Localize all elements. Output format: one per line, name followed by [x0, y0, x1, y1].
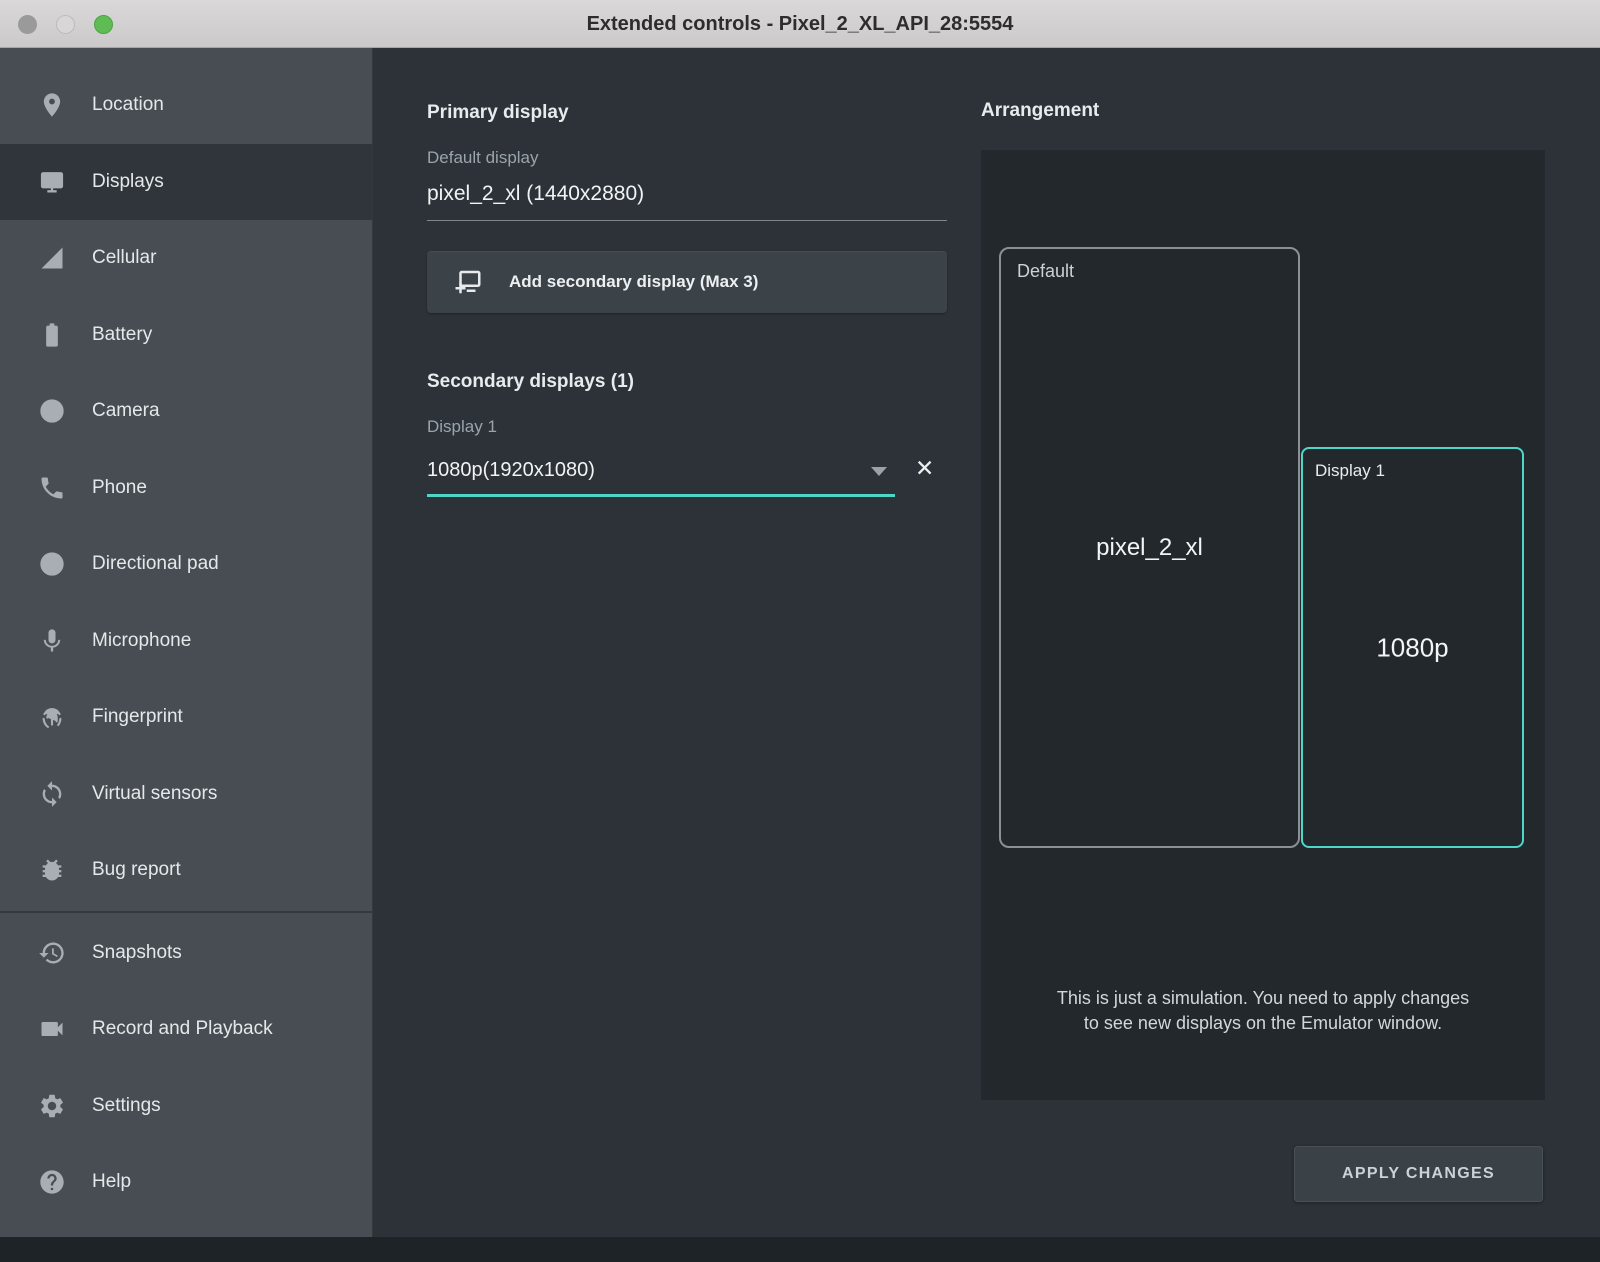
microphone-icon: [38, 627, 66, 655]
primary-display-heading: Primary display: [427, 102, 981, 124]
sidebar-item-label: Record and Playback: [92, 1018, 273, 1040]
add-secondary-display-button[interactable]: Add secondary display (Max 3): [427, 251, 947, 313]
add-display-icon: [453, 267, 483, 297]
sidebar-item-help[interactable]: Help: [0, 1144, 372, 1221]
fingerprint-icon: [38, 703, 66, 731]
sidebar-item-battery[interactable]: Battery: [0, 297, 372, 374]
chevron-down-icon: [871, 467, 887, 476]
sidebar-item-cellular[interactable]: Cellular: [0, 220, 372, 297]
default-display-label: Default display: [427, 148, 981, 168]
sidebar-item-label: Settings: [92, 1095, 161, 1117]
close-window-button[interactable]: [18, 15, 37, 34]
sidebar-item-directional-pad[interactable]: Directional pad: [0, 526, 372, 603]
secondary-displays-heading: Secondary displays (1): [427, 371, 981, 393]
window-bottom-edge: [0, 1237, 1600, 1262]
sidebar-item-label: Displays: [92, 171, 164, 193]
arrangement-panel-container: Arrangement Default pixel_2_xl Display 1…: [981, 48, 1600, 1237]
remove-display1-button[interactable]: ✕: [915, 457, 934, 480]
sidebar-item-label: Cellular: [92, 247, 156, 269]
display-icon: [38, 168, 66, 196]
battery-icon: [38, 321, 66, 349]
sidebar-item-label: Battery: [92, 324, 152, 346]
sidebar-item-label: Snapshots: [92, 942, 182, 964]
sidebar: Location Displays Cellular Battery Camer: [0, 48, 373, 1237]
sidebar-item-label: Fingerprint: [92, 706, 183, 728]
gear-icon: [38, 1092, 66, 1120]
sidebar-item-settings[interactable]: Settings: [0, 1068, 372, 1145]
sidebar-item-virtual-sensors[interactable]: Virtual sensors: [0, 756, 372, 833]
sidebar-item-fingerprint[interactable]: Fingerprint: [0, 679, 372, 756]
sidebar-item-label: Phone: [92, 477, 147, 499]
display1-resolution-value: 1080p(1920x1080): [427, 459, 595, 481]
arrangement-default-display-box[interactable]: Default pixel_2_xl: [999, 247, 1300, 848]
zoom-window-button[interactable]: [94, 15, 113, 34]
sidebar-item-record-playback[interactable]: Record and Playback: [0, 991, 372, 1068]
arrangement-heading: Arrangement: [981, 100, 1099, 122]
sidebar-item-label: Location: [92, 94, 164, 116]
history-icon: [38, 939, 66, 967]
display1-resolution-row: 1080p(1920x1080) ✕: [427, 453, 947, 499]
sidebar-item-bug-report[interactable]: Bug report: [0, 832, 372, 909]
sidebar-item-label: Camera: [92, 400, 160, 422]
minimize-window-button[interactable]: [56, 15, 75, 34]
rotation-icon: [38, 780, 66, 808]
videocam-icon: [38, 1015, 66, 1043]
display1-box-label: Display 1: [1303, 449, 1522, 481]
sidebar-item-phone[interactable]: Phone: [0, 450, 372, 527]
arrangement-display1-box[interactable]: Display 1 1080p: [1301, 447, 1524, 848]
dpad-icon: [38, 550, 66, 578]
sidebar-item-label: Virtual sensors: [92, 783, 217, 805]
default-box-name: pixel_2_xl: [1096, 534, 1203, 562]
add-secondary-display-label: Add secondary display (Max 3): [509, 272, 758, 292]
displays-settings-panel: Primary display Default display pixel_2_…: [373, 48, 981, 1237]
display1-resolution-select[interactable]: 1080p(1920x1080): [427, 453, 895, 497]
arrangement-preview-panel: Default pixel_2_xl Display 1 1080p This …: [981, 150, 1545, 1100]
default-display-value: pixel_2_xl (1440x2880): [427, 182, 981, 206]
simulation-note: This is just a simulation. You need to a…: [1048, 986, 1478, 1036]
sidebar-item-label: Help: [92, 1171, 131, 1193]
location-pin-icon: [38, 91, 66, 119]
sidebar-item-label: Directional pad: [92, 553, 219, 575]
display1-label: Display 1: [427, 417, 981, 437]
sidebar-item-snapshots[interactable]: Snapshots: [0, 915, 372, 992]
bug-icon: [38, 856, 66, 884]
default-display-underline: [427, 220, 947, 221]
sidebar-item-microphone[interactable]: Microphone: [0, 603, 372, 680]
default-box-label: Default: [1001, 249, 1298, 282]
sidebar-item-label: Bug report: [92, 859, 181, 881]
titlebar: Extended controls - Pixel_2_XL_API_28:55…: [0, 0, 1600, 48]
sidebar-divider: [0, 911, 372, 913]
sidebar-item-camera[interactable]: Camera: [0, 373, 372, 450]
traffic-lights: [18, 0, 113, 48]
cellular-signal-icon: [38, 244, 66, 272]
window-title: Extended controls - Pixel_2_XL_API_28:55…: [0, 0, 1600, 48]
apply-changes-button[interactable]: APPLY CHANGES: [1294, 1146, 1543, 1202]
display1-box-name: 1080p: [1376, 632, 1448, 663]
help-icon: [38, 1168, 66, 1196]
phone-icon: [38, 474, 66, 502]
sidebar-item-location[interactable]: Location: [0, 67, 372, 144]
camera-shutter-icon: [38, 397, 66, 425]
sidebar-item-displays[interactable]: Displays: [0, 144, 372, 221]
sidebar-item-label: Microphone: [92, 630, 191, 652]
